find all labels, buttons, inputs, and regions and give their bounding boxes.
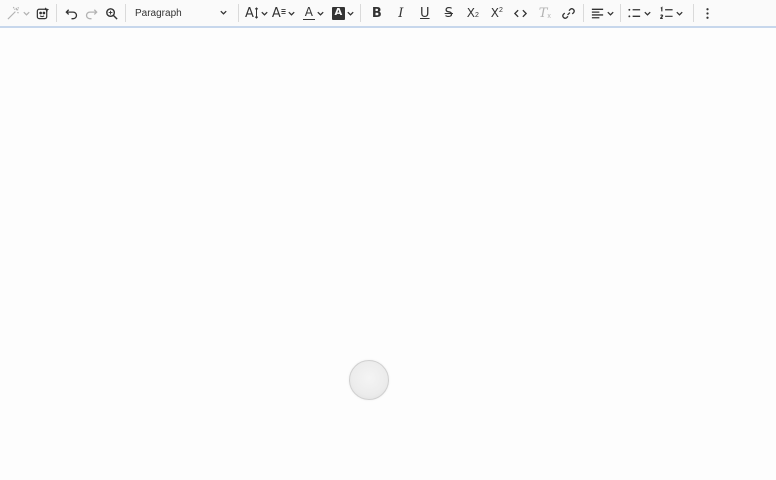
superscript-icon: X 2 <box>490 6 503 20</box>
font-size-icon: A <box>245 6 259 20</box>
strikethrough-button[interactable]: S <box>439 2 459 24</box>
font-family-icon: A <box>272 7 286 20</box>
chevron-down-icon <box>287 9 296 18</box>
loading-spinner-icon <box>349 360 389 400</box>
alignment-button[interactable] <box>588 2 616 24</box>
template-button[interactable] <box>32 2 52 24</box>
underline-icon: U <box>420 5 430 21</box>
chevron-down-icon <box>675 9 684 18</box>
more-icon <box>700 6 715 21</box>
template-icon <box>35 6 50 21</box>
chevron-down-icon <box>316 9 325 18</box>
editor-toolbar: Paragraph A A A A B I U S X 2 X 2 T x <box>0 0 776 28</box>
font-size-button[interactable]: A <box>243 2 270 24</box>
heading-dropdown[interactable]: Paragraph <box>130 2 232 24</box>
subscript-button[interactable]: X 2 <box>463 2 483 24</box>
chevron-down-icon <box>346 9 355 18</box>
toolbar-separator <box>125 4 126 22</box>
toolbar-separator <box>582 4 584 22</box>
text-color-icon: A <box>302 4 315 21</box>
link-icon <box>561 6 576 21</box>
more-items-button[interactable] <box>698 2 718 24</box>
editor-content-area[interactable] <box>0 29 776 480</box>
undo-icon <box>64 6 79 21</box>
chevron-down-icon <box>219 4 228 22</box>
underline-button[interactable]: U <box>415 2 435 24</box>
ai-assistant-button[interactable] <box>4 2 32 24</box>
toolbar-separator <box>56 4 57 22</box>
toolbar-separator <box>692 4 694 22</box>
numbered-list-button[interactable] <box>657 2 685 24</box>
heading-dropdown-value: Paragraph <box>135 7 182 19</box>
background-color-button[interactable]: A <box>330 2 356 24</box>
font-family-button[interactable]: A <box>270 2 297 24</box>
italic-icon: I <box>398 5 404 21</box>
numbered-list-icon <box>659 5 674 21</box>
text-color-button[interactable]: A <box>301 2 326 24</box>
toolbar-separator <box>619 4 621 22</box>
undo-button[interactable] <box>61 2 81 24</box>
remove-format-button[interactable]: T x <box>535 2 555 24</box>
bold-button[interactable]: B <box>367 2 387 24</box>
toolbar-separator <box>238 4 239 22</box>
italic-button[interactable]: I <box>391 2 411 24</box>
chevron-down-icon <box>22 9 31 18</box>
background-color-icon: A <box>331 6 345 20</box>
chevron-down-icon <box>643 9 652 18</box>
toolbar-separator <box>359 4 361 22</box>
magic-wand-icon <box>6 6 21 21</box>
bulleted-list-button[interactable] <box>625 2 653 24</box>
bulleted-list-icon <box>627 6 642 21</box>
superscript-button[interactable]: X 2 <box>487 2 507 24</box>
redo-icon <box>84 6 99 21</box>
remove-format-icon: T x <box>538 5 551 21</box>
find-replace-button[interactable] <box>101 2 121 24</box>
strikethrough-icon: S <box>444 5 453 21</box>
code-button[interactable] <box>511 2 531 24</box>
subscript-icon: X 2 <box>466 6 479 20</box>
code-icon <box>513 6 528 21</box>
link-button[interactable] <box>559 2 579 24</box>
redo-button[interactable] <box>81 2 101 24</box>
align-icon <box>590 6 605 21</box>
chevron-down-icon <box>260 9 269 18</box>
chevron-down-icon <box>606 9 615 18</box>
bold-icon: B <box>371 5 382 21</box>
find-replace-icon <box>104 6 119 21</box>
